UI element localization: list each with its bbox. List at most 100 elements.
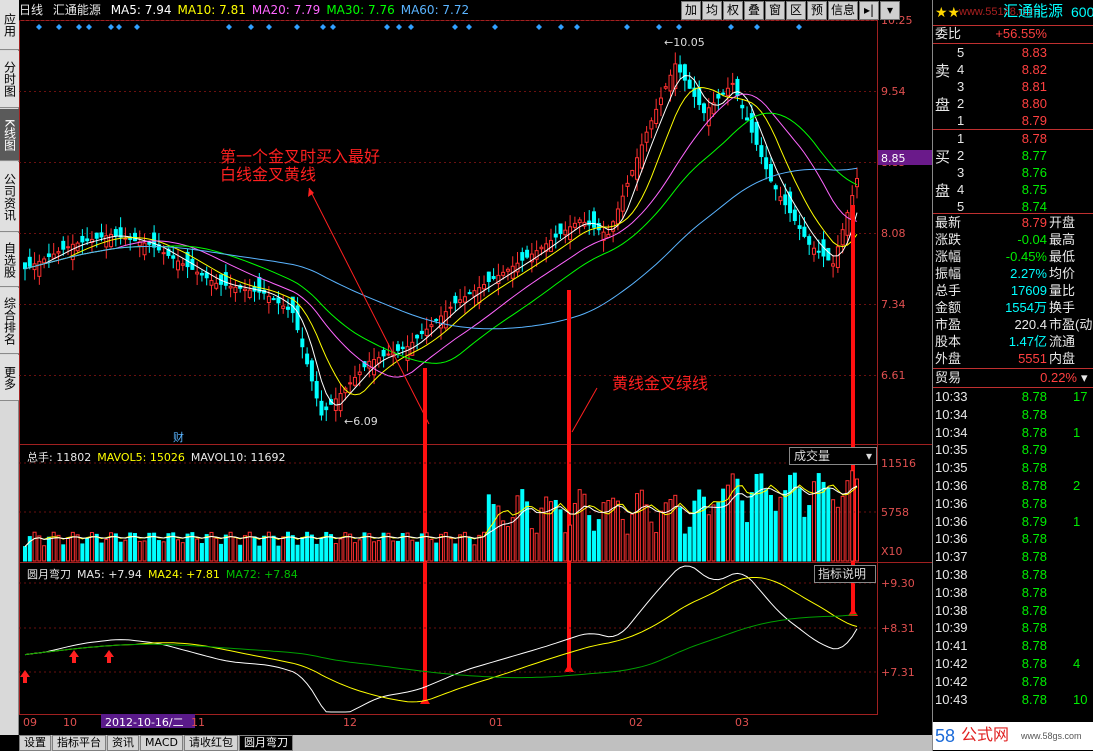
- bottom-tab[interactable]: 指标平台: [52, 735, 106, 751]
- volume-bar: [592, 530, 597, 562]
- candle-body: [783, 194, 788, 206]
- indicator-legend-item: MA5: +7.94: [77, 568, 142, 581]
- signal-diamond-icon: [108, 24, 114, 30]
- signal-diamond-icon: [384, 24, 390, 30]
- signal-diamond-icon: [56, 24, 62, 30]
- sidebar-tab-1[interactable]: 分时图: [0, 51, 19, 108]
- volume-bar: [644, 504, 649, 562]
- stat-label: 股本: [935, 334, 962, 349]
- candle-body: [56, 251, 61, 254]
- sidebar-tab-5[interactable]: 综合排名: [0, 288, 19, 354]
- candle-body: [678, 64, 683, 73]
- sidebar-tab-6[interactable]: 更多: [0, 355, 19, 401]
- sidebar-tab-3[interactable]: 公司资讯: [0, 162, 19, 232]
- toolbar-button-2[interactable]: 权: [723, 1, 743, 20]
- sidebar-tab-2[interactable]: K线图: [0, 109, 19, 161]
- volume-bar: [391, 540, 396, 562]
- toolbar-button-7[interactable]: 信息: [828, 1, 858, 20]
- ma-label: MA20: 7.79: [251, 3, 321, 17]
- signal-diamond-icon: [558, 24, 564, 30]
- volume-bar: [257, 545, 262, 562]
- volume-bar: [61, 544, 66, 562]
- volume-axis-label: 5758: [881, 506, 909, 519]
- indicator-help-button[interactable]: 指标说明: [814, 565, 876, 583]
- tick-time: 10:38: [935, 567, 968, 582]
- toolbar-button-3[interactable]: 叠: [744, 1, 764, 20]
- tick-row: 10:34 8.78: [933, 406, 1093, 423]
- toolbar-button-0[interactable]: 加: [681, 1, 701, 20]
- tick-time: 10:38: [935, 602, 968, 618]
- volume-bar: [615, 500, 620, 562]
- tick-price: 8.78: [1021, 602, 1047, 618]
- candle-body: [176, 260, 181, 271]
- sidebar-tab-4[interactable]: 自选股: [0, 233, 19, 287]
- candle-body: [319, 400, 324, 416]
- buy-arrow-icon: [69, 650, 79, 663]
- indicator-axis-label: +9.30: [881, 577, 915, 590]
- sell-level: 2: [957, 96, 965, 111]
- bottom-tab[interactable]: 圆月弯刀: [238, 735, 293, 751]
- signal-diamond-icon: [36, 24, 42, 30]
- volume-bar: [807, 505, 812, 562]
- volume-bar: [415, 541, 420, 562]
- volume-bar: [831, 499, 836, 562]
- stat-label-2: 量比: [1049, 283, 1076, 298]
- stat-row: 市盈 220.4 市盈(动: [933, 316, 1093, 333]
- volume-bar: [792, 472, 797, 562]
- signal-diamond-icon: [330, 24, 336, 30]
- stat-label: 市盈: [935, 317, 962, 332]
- kline-chart[interactable]: 10.259.548.858.087.346.618.85←10.05←6.09…: [19, 0, 932, 735]
- volume-bar: [749, 492, 754, 562]
- chevron-down-icon: ▾: [1081, 370, 1088, 385]
- toolbar-button-1[interactable]: 均: [702, 1, 722, 20]
- candle-body: [309, 360, 314, 382]
- stat-label-2: 开盘: [1049, 215, 1076, 230]
- indicator-panel-frame: [19, 562, 878, 715]
- volume-bar: [32, 531, 37, 562]
- tick-time: 10:35: [935, 460, 968, 476]
- toolbar-button-8[interactable]: ▸|: [859, 1, 879, 20]
- volume-bar: [510, 517, 515, 562]
- bottom-tab[interactable]: 资讯: [107, 735, 139, 751]
- bottom-tab[interactable]: 设置: [19, 735, 51, 751]
- bottom-tab[interactable]: 请收红包: [183, 735, 238, 751]
- toolbar-button-6[interactable]: 预: [807, 1, 827, 20]
- candle-body: [716, 93, 721, 99]
- toolbar-button-4[interactable]: 窗: [765, 1, 785, 20]
- volume-legend-item: MAVOL10: 11692: [190, 451, 286, 464]
- indicator-help-label: 指标说明: [818, 567, 867, 581]
- volume-bar: [764, 489, 769, 562]
- stat-value: -0.45%: [1005, 249, 1047, 264]
- sell-level: 1: [957, 113, 965, 128]
- volume-indicator-dropdown[interactable]: 成交量 ▾: [789, 447, 877, 465]
- tick-price: 8.78: [1021, 656, 1047, 671]
- tick-price: 8.78: [1021, 673, 1047, 689]
- candle-body: [386, 353, 391, 356]
- tick-row: 10:38 8.78: [933, 566, 1093, 583]
- buy-level: 4: [957, 182, 965, 197]
- signal-diamond-icon: [320, 24, 326, 30]
- toolbar-button-9[interactable]: ▾: [880, 1, 900, 20]
- trade-pct: 0.22%: [1040, 370, 1077, 385]
- volume-bar: [740, 500, 745, 562]
- volume-bar: [754, 473, 759, 562]
- toolbar-button-5[interactable]: 区: [786, 1, 806, 20]
- candle-body: [300, 338, 305, 348]
- volume-bar: [678, 507, 683, 562]
- bottom-tab[interactable]: MACD: [140, 735, 183, 751]
- volume-bar: [123, 539, 128, 562]
- candle-body: [486, 271, 491, 282]
- buy-level-row: 3 8.76: [933, 164, 1093, 181]
- tick-volume: 4: [1073, 656, 1081, 671]
- candle-body: [27, 256, 32, 267]
- candle-body: [381, 349, 386, 357]
- candle-body: [266, 295, 271, 304]
- volume-bar: [27, 536, 32, 562]
- tick-price: 8.79: [1021, 513, 1047, 529]
- sell-level: 3: [957, 79, 965, 94]
- tick-row: 10:34 8.78 1: [933, 424, 1093, 441]
- volume-bar: [539, 507, 544, 562]
- sidebar-tab-0[interactable]: 应用: [0, 0, 19, 50]
- volume-bar: [372, 541, 377, 562]
- tick-row: 10:38 8.78: [933, 584, 1093, 601]
